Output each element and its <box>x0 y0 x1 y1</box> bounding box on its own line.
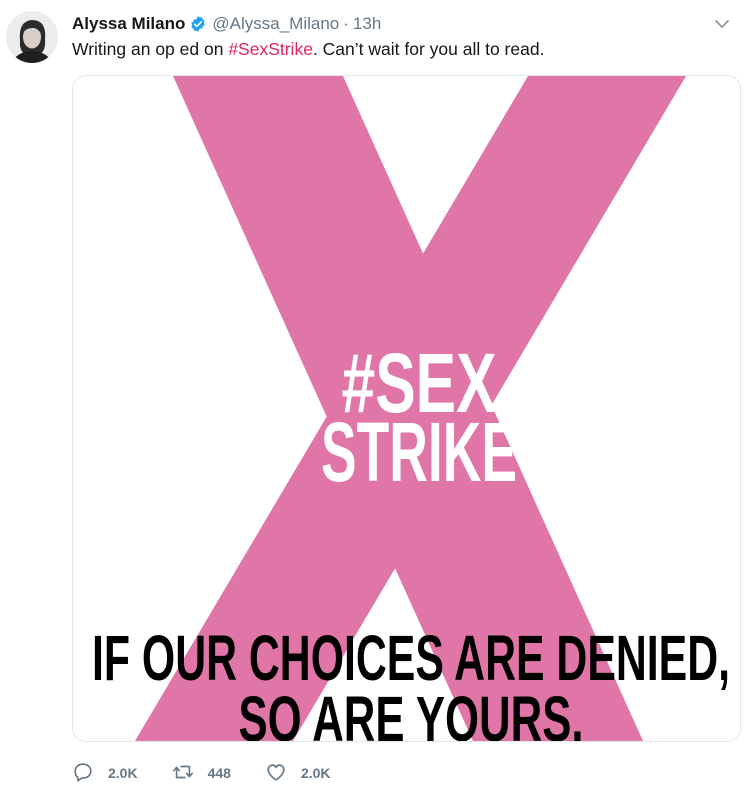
reply-icon <box>72 761 108 786</box>
author-name[interactable]: Alyssa Milano <box>72 14 185 34</box>
tweet-text-before: Writing an op ed on <box>72 39 229 59</box>
author-handle[interactable]: @Alyssa_Milano <box>212 14 339 34</box>
poster-hashtag-line2: STRIKE <box>321 405 517 499</box>
sexstrike-poster: #SEX STRIKE IF OUR CHOICES ARE DENIED, S… <box>73 76 740 741</box>
avatar[interactable] <box>6 11 58 63</box>
hashtag-link[interactable]: #SexStrike <box>228 39 313 59</box>
tweet-text-after: . Can’t wait for you all to read. <box>312 39 545 59</box>
verified-badge-icon <box>189 15 207 33</box>
poster-slogan-line2: SO ARE YOURS. <box>239 683 584 741</box>
like-count: 2.0K <box>300 765 331 781</box>
tweet-image[interactable]: #SEX STRIKE IF OUR CHOICES ARE DENIED, S… <box>72 75 741 742</box>
chevron-down-icon[interactable] <box>712 14 732 34</box>
reply-count: 2.0K <box>108 765 138 781</box>
separator-dot: · <box>343 14 349 33</box>
retweet-icon <box>172 761 208 786</box>
tweet-header: Alyssa Milano @Alyssa_Milano · 13h <box>72 11 381 37</box>
tweet-actions: 2.0K 448 2.0K <box>72 757 365 789</box>
like-icon <box>265 761 301 786</box>
retweet-button[interactable]: 448 <box>172 761 231 786</box>
tweet-time[interactable]: 13h <box>353 14 381 34</box>
like-button[interactable]: 2.0K <box>265 761 331 786</box>
tweet-text: Writing an op ed on #SexStrike. Can’t wa… <box>72 37 544 61</box>
reply-button[interactable]: 2.0K <box>72 761 138 786</box>
retweet-count: 448 <box>207 765 231 781</box>
